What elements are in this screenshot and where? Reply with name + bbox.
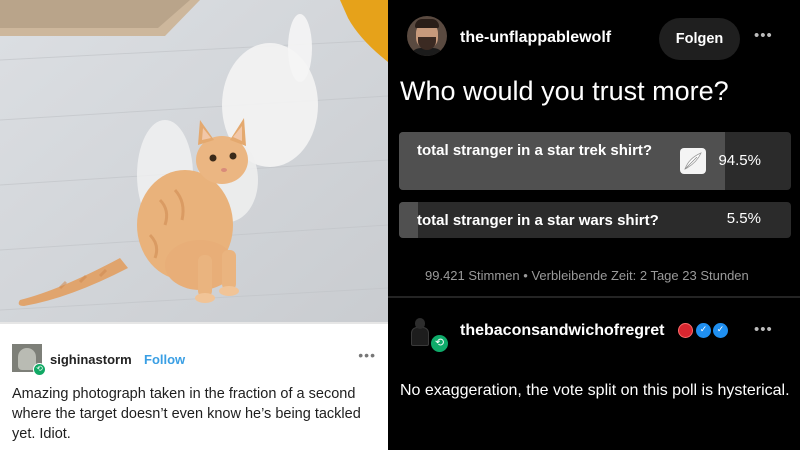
poll-option-label: total stranger in a star trek shirt? xyxy=(417,142,653,159)
shield-badge-icon xyxy=(678,323,693,338)
poll-question: Who would you trust more? xyxy=(400,76,729,106)
username[interactable]: the-unflappablewolf xyxy=(460,29,611,47)
more-options-icon[interactable]: ••• xyxy=(358,347,376,363)
poll-option[interactable]: total stranger in a star wars shirt? 5.5… xyxy=(399,202,791,238)
username[interactable]: thebaconsandwichofregret xyxy=(460,322,664,340)
left-post-panel: ⟲ sighinastorm Follow ••• Amazing photog… xyxy=(0,0,388,450)
reblog-icon: ⟲ xyxy=(33,363,46,376)
divider xyxy=(388,296,800,298)
right-post-panel: the-unflappablewolf Folgen ••• Who would… xyxy=(388,0,800,450)
poll-percentage: 94.5% xyxy=(718,152,761,169)
avatar[interactable] xyxy=(407,16,447,56)
feather-icon xyxy=(680,148,706,174)
poll-option-label: total stranger in a star wars shirt? xyxy=(417,212,659,229)
poll-percentage: 5.5% xyxy=(726,210,761,227)
poll-option[interactable]: total stranger in a star trek shirt? 94.… xyxy=(399,132,791,190)
more-options-icon[interactable]: ••• xyxy=(754,27,773,44)
verified-check-icon: ✓ xyxy=(713,323,728,338)
poll-meta: 99.421 Stimmen • Verbleibende Zeit: 2 Ta… xyxy=(425,268,749,283)
reblog-icon: ⟲ xyxy=(429,333,450,354)
more-options-icon[interactable]: ••• xyxy=(754,321,773,338)
cat-photo xyxy=(0,0,388,322)
post-text: No exaggeration, the vote split on this … xyxy=(400,382,790,399)
divider xyxy=(0,322,388,324)
post-header: ⟲ sighinastorm Follow ••• xyxy=(12,344,380,376)
verified-check-icon: ✓ xyxy=(696,323,711,338)
follow-button[interactable]: Folgen xyxy=(659,18,740,60)
follow-button[interactable]: Follow xyxy=(144,352,185,367)
poll-result-bar xyxy=(399,202,418,238)
username[interactable]: sighinastorm xyxy=(50,352,132,367)
post-text: Amazing photograph taken in the fraction… xyxy=(12,386,361,442)
